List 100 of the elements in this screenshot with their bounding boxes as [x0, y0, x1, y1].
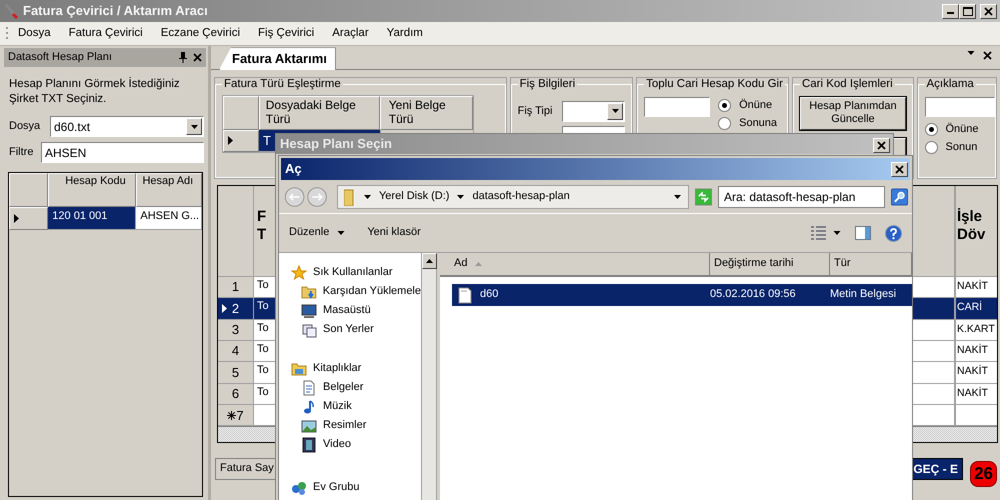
nav-item[interactable]: Karşıdan Yüklemele: [322, 284, 421, 298]
row-header[interactable]: [223, 130, 259, 152]
close-button[interactable]: [873, 138, 890, 152]
nav-item[interactable]: Ev Grubu: [313, 480, 360, 494]
address-bar[interactable]: Yerel Disk (D:) datasoft-hesap-plan: [336, 184, 689, 208]
group-title: Açıklama: [924, 78, 976, 91]
group-title: Fatura Türü Eşleştirme: [222, 78, 343, 91]
radio-circle[interactable]: [924, 141, 938, 154]
row-number: 1: [232, 279, 240, 296]
row-number: 5: [232, 364, 240, 380]
search-field[interactable]: Ara: datasoft-hesap-plan: [718, 186, 885, 208]
music-note-icon: [301, 398, 317, 414]
text-file-icon: [458, 286, 472, 304]
menu-item[interactable]: Fatura Çevirici: [60, 24, 152, 42]
description-field[interactable]: [924, 96, 994, 117]
radio-circle[interactable]: [924, 123, 938, 136]
refresh-icon[interactable]: [694, 186, 712, 208]
caret-icon: [364, 194, 371, 198]
pin-icon[interactable]: [179, 52, 187, 63]
row-header[interactable]: 2: [218, 298, 254, 319]
maximize-icon: [962, 6, 972, 16]
menu-item[interactable]: Dosya: [9, 24, 60, 42]
organize-menu[interactable]: Düzenle: [289, 226, 346, 240]
scroll-up-icon: [426, 259, 433, 263]
column-header[interactable]: Tür: [830, 253, 912, 275]
file-row[interactable]: d60 05.02.2016 09:56 Metin Belgesi: [452, 284, 912, 306]
nav-item[interactable]: Sık Kullanılanlar: [313, 266, 392, 280]
column-header[interactable]: Değiştirme tarihi: [710, 253, 830, 275]
row-number: 4: [232, 343, 240, 360]
voucher-type-dropdown[interactable]: [562, 100, 626, 122]
film-icon: [301, 436, 317, 452]
close-icon: [984, 6, 993, 16]
new-folder-button[interactable]: Yeni klasör: [367, 226, 421, 240]
row-number: 3: [232, 322, 240, 338]
menu-item[interactable]: Araçlar: [323, 24, 378, 42]
folder-icon: [344, 188, 356, 206]
panel-title: Datasoft Hesap Planı: [8, 50, 112, 64]
caret-icon: [337, 231, 346, 235]
menu-item[interactable]: Yardım: [378, 24, 432, 42]
column-header[interactable]: Ad: [440, 253, 710, 275]
update-button[interactable]: Hesap Planımdan Güncelle: [800, 96, 906, 130]
nav-item[interactable]: Müzik: [323, 400, 352, 414]
radio-button[interactable]: Önüne: [718, 96, 778, 115]
table-cell: NAKİT: [955, 384, 997, 404]
row-header[interactable]: [9, 206, 48, 230]
close-icon: [895, 164, 904, 174]
vertical-scrollbar[interactable]: [421, 253, 437, 500]
column-header[interactable]: Hesap Adı: [136, 172, 202, 207]
nav-item[interactable]: Masaüstü: [323, 304, 371, 318]
search-icon[interactable]: [890, 186, 908, 208]
radio-button[interactable]: Önüne: [924, 120, 989, 139]
notification-badge: 26: [970, 461, 997, 488]
help-icon[interactable]: [885, 224, 902, 242]
corner-header: [223, 96, 259, 130]
preview-pane-icon[interactable]: [855, 226, 871, 240]
minimize-button[interactable]: [942, 4, 959, 18]
radio-button[interactable]: Sonuna: [718, 114, 778, 133]
wrench-icon: [3, 3, 19, 19]
instruction-text: Hesap Planını Görmek İstediğiniz Şirket TXT Seçiniz.: [8, 76, 181, 107]
menu-item[interactable]: Fiş Çevirici: [249, 24, 324, 42]
network-icon: [291, 480, 307, 496]
view-icon[interactable]: [811, 226, 827, 240]
group-title: Cari Kod İşlemleri: [800, 78, 895, 91]
group-title: Toplu Cari Hesap Kodu Gir: [644, 78, 785, 91]
file-dropdown[interactable]: d60.txt: [50, 116, 204, 138]
row-number: 2: [232, 300, 240, 316]
nav-item[interactable]: Video: [323, 438, 351, 452]
table-cell: K.KART: [955, 320, 997, 340]
nav-item[interactable]: Resimler: [323, 418, 366, 432]
current-row-icon: [222, 304, 227, 314]
table-cell: 120 01 001: [48, 206, 136, 230]
breadcrumb[interactable]: Yerel Disk (D:): [378, 190, 450, 204]
radio-circle[interactable]: [718, 99, 732, 112]
table-cell: CARİ: [955, 298, 997, 319]
nav-item[interactable]: Kitaplıklar: [313, 362, 362, 376]
maximize-button[interactable]: [959, 4, 976, 18]
radio-circle[interactable]: [718, 117, 732, 130]
close-button[interactable]: [891, 162, 908, 176]
close-button[interactable]: [980, 4, 997, 18]
nav-item[interactable]: Belgeler: [323, 380, 364, 394]
window-title: Fatura Çevirici / Aktarım Aracı: [23, 3, 208, 19]
minimize-icon: [947, 12, 954, 14]
dropdown-arrow-icon: [967, 51, 975, 55]
menu-item[interactable]: Eczane Çevirici: [152, 24, 249, 42]
dialog-title: Aç: [285, 161, 302, 177]
star-icon: [291, 264, 307, 280]
table-cell: NAKİT: [955, 341, 997, 362]
nav-item[interactable]: Son Yerler: [323, 322, 374, 336]
radio-button[interactable]: Sonun: [924, 138, 989, 157]
breadcrumb[interactable]: datasoft-hesap-plan: [472, 190, 570, 204]
column-header[interactable]: Dosyadaki Belge Türü: [258, 96, 380, 130]
column-header[interactable]: Hesap Kodu: [48, 172, 136, 207]
column-header[interactable]: Yeni Belge Türü: [380, 96, 474, 130]
close-icon: [983, 51, 992, 60]
current-row-icon: [14, 214, 19, 223]
radio-label: Sonuna: [739, 117, 778, 130]
close-icon: [877, 140, 886, 150]
tab[interactable]: Fatura Aktarımı: [219, 47, 336, 70]
filter-field[interactable]: AHSEN: [41, 142, 204, 164]
account-code-field[interactable]: [644, 96, 710, 117]
